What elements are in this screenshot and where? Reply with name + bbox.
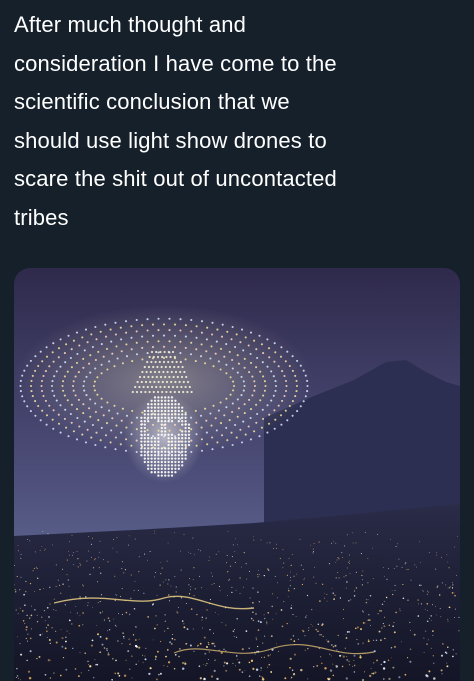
drone-show-photo (14, 268, 460, 681)
tweet-screenshot: After much thought and consideration I h… (0, 0, 474, 681)
tweet-media[interactable] (14, 268, 460, 681)
tweet-text: After much thought and consideration I h… (14, 12, 337, 230)
